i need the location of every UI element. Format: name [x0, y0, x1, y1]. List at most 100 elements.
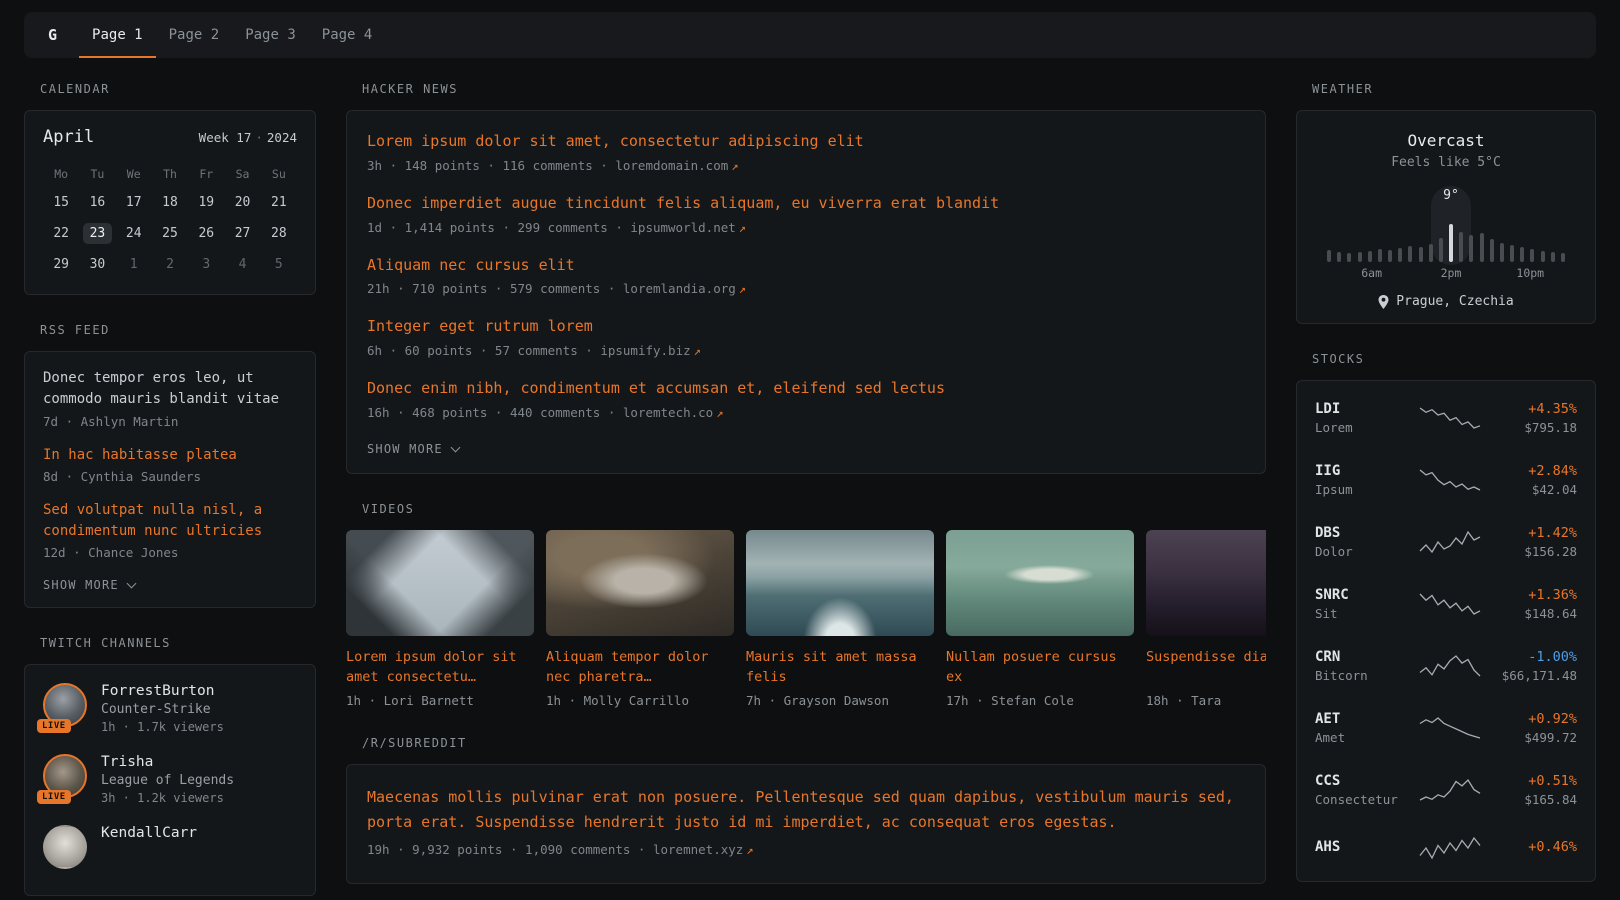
twitch-channel-row[interactable]: LIVE KendallCarr — [43, 825, 297, 869]
weather-condition: Overcast — [1313, 131, 1579, 150]
location-pin-icon — [1378, 295, 1389, 309]
calendar-day-cell: 18 — [152, 187, 188, 218]
subreddit-card: Maecenas mollis pulvinar erat non posuer… — [346, 764, 1266, 884]
video-title[interactable]: Lorem ipsum dolor sit amet consectetu… — [346, 647, 534, 688]
hackernews-item: Donec imperdiet augue tincidunt felis al… — [367, 193, 1245, 235]
external-link-icon[interactable]: ↗ — [731, 159, 738, 173]
nav-tab[interactable]: Page 4 — [309, 12, 386, 58]
hackernews-item-title[interactable]: Aliquam nec cursus elit — [367, 255, 1245, 277]
subreddit-post-domain-link[interactable]: loremnet.xyz — [653, 842, 743, 857]
videos-widget: VIDEOS Lorem ipsum dolor sit amet consec… — [346, 502, 1266, 709]
stock-row[interactable]: AHS +0.46% — [1315, 821, 1577, 875]
video-card[interactable]: Lorem ipsum dolor sit amet consectetu… 1… — [346, 530, 534, 709]
hackernews-item-domain-link[interactable]: loremdomain.com — [615, 158, 728, 173]
video-title[interactable]: Nullam posuere cursus ex — [946, 647, 1134, 688]
stock-sparkline-wrap — [1411, 653, 1489, 679]
stock-symbol[interactable]: AET — [1315, 711, 1411, 727]
video-card[interactable]: Mauris sit amet massa felis 7h · Grayson… — [746, 530, 934, 709]
rss-item-title[interactable]: In hac habitasse platea — [43, 445, 297, 466]
stock-values: +4.35% $795.18 — [1489, 401, 1577, 435]
twitch-channel-name[interactable]: ForrestBurton — [101, 683, 224, 699]
twitch-channel-row[interactable]: LIVE ForrestBurton Counter-Strike 1h · 1… — [43, 683, 297, 734]
stock-row[interactable]: AET Amet +0.92% $499.72 — [1315, 697, 1577, 759]
hackernews-item-title[interactable]: Integer eget rutrum lorem — [367, 316, 1245, 338]
stock-row[interactable]: SNRC Sit +1.36% $148.64 — [1315, 573, 1577, 635]
subreddit-post-title[interactable]: Maecenas mollis pulvinar erat non posuer… — [367, 785, 1245, 835]
rss-item-title[interactable]: Donec tempor eros leo, ut commodo mauris… — [43, 368, 297, 411]
app-logo[interactable]: G — [48, 26, 57, 44]
stock-symbol[interactable]: IIG — [1315, 463, 1411, 479]
weather-bar — [1398, 248, 1402, 262]
external-link-icon[interactable]: ↗ — [739, 282, 746, 296]
stock-change-percent: -1.00% — [1489, 649, 1577, 665]
nav-tab[interactable]: Page 2 — [156, 12, 233, 58]
stock-change-percent: +1.42% — [1489, 525, 1577, 541]
stocks-widget: STOCKS LDI Lorem + — [1296, 352, 1596, 882]
weather-bar — [1551, 252, 1555, 262]
calendar-day-number: 1 — [123, 254, 145, 275]
sparkline-chart — [1418, 653, 1482, 679]
stock-symbol[interactable]: DBS — [1315, 525, 1411, 541]
nav-tab[interactable]: Page 1 — [79, 12, 156, 58]
stock-symbol[interactable]: LDI — [1315, 401, 1411, 417]
rss-show-more-button[interactable]: SHOW MORE — [43, 578, 135, 592]
external-link-icon[interactable]: ↗ — [739, 221, 746, 235]
stock-row[interactable]: IIG Ipsum +2.84% $42.04 — [1315, 449, 1577, 511]
hackernews-item-title[interactable]: Lorem ipsum dolor sit amet, consectetur … — [367, 131, 1245, 153]
stock-values: +1.42% $156.28 — [1489, 525, 1577, 559]
external-link-icon[interactable]: ↗ — [746, 843, 753, 857]
video-thumbnail[interactable] — [546, 530, 734, 636]
weather-location-label: Prague, Czechia — [1396, 294, 1513, 309]
video-card[interactable]: Aliquam tempor dolor nec pharetra… 1h · … — [546, 530, 734, 709]
videos-widget-title: VIDEOS — [362, 502, 1266, 516]
twitch-channel-meta: 3h · 1.2k viewers — [101, 791, 234, 805]
rss-card: Donec tempor eros leo, ut commodo mauris… — [24, 351, 316, 608]
video-card[interactable]: Nullam posuere cursus ex 17h · Stefan Co… — [946, 530, 1134, 709]
hackernews-item-title[interactable]: Donec imperdiet augue tincidunt felis al… — [367, 193, 1245, 215]
stock-symbol[interactable]: CRN — [1315, 649, 1411, 665]
hackernews-item-domain-link[interactable]: loremlandia.org — [623, 281, 736, 296]
stock-symbol[interactable]: SNRC — [1315, 587, 1411, 603]
chevron-down-icon — [126, 579, 136, 589]
video-thumbnail[interactable] — [746, 530, 934, 636]
video-title[interactable]: Aliquam tempor dolor nec pharetra… — [546, 647, 734, 688]
hackernews-item-meta: 6h · 60 points · 57 comments · ipsumify.… — [367, 343, 1245, 358]
calendar-day-number: 20 — [228, 192, 258, 213]
twitch-channel-game: League of Legends — [101, 773, 234, 788]
weather-bar — [1530, 249, 1534, 262]
twitch-channel-row[interactable]: LIVE Trisha League of Legends 3h · 1.2k … — [43, 754, 297, 805]
external-link-icon[interactable]: ↗ — [716, 406, 723, 420]
hackernews-list: Lorem ipsum dolor sit amet, consectetur … — [367, 131, 1245, 420]
video-card[interactable]: Suspendisse diam 18h · Tara — [1146, 530, 1266, 709]
hackernews-item-domain-link[interactable]: loremtech.co — [623, 405, 713, 420]
stock-row[interactable]: LDI Lorem +4.35% $795.18 — [1315, 387, 1577, 449]
weather-card: Overcast Feels like 5°C 9° 6am2pm10pm Pr… — [1296, 110, 1596, 324]
hackernews-item-domain-link[interactable]: ipsumworld.net — [630, 220, 735, 235]
video-thumbnail[interactable] — [346, 530, 534, 636]
hackernews-item-domain-link[interactable]: ipsumify.biz — [600, 343, 690, 358]
stock-row[interactable]: DBS Dolor +1.42% $156.28 — [1315, 511, 1577, 573]
calendar-day-number: 18 — [155, 192, 185, 213]
stock-symbol[interactable]: CCS — [1315, 773, 1411, 789]
external-link-icon[interactable]: ↗ — [694, 344, 701, 358]
hackernews-show-more-button[interactable]: SHOW MORE — [367, 442, 459, 456]
stock-identity: SNRC Sit — [1315, 587, 1411, 621]
calendar-week-year: Week 17·2024 — [199, 130, 297, 145]
rss-item[interactable]: In hac habitasse platea 8d · Cynthia Sau… — [43, 445, 297, 484]
stock-row[interactable]: CCS Consectetur +0.51% $165.84 — [1315, 759, 1577, 821]
video-title[interactable]: Suspendisse diam — [1146, 647, 1266, 687]
stock-row[interactable]: CRN Bitcorn -1.00% $66,171.48 — [1315, 635, 1577, 697]
video-thumbnail[interactable] — [1146, 530, 1266, 636]
stock-price: $795.18 — [1489, 420, 1577, 435]
video-title[interactable]: Mauris sit amet massa felis — [746, 647, 934, 688]
hackernews-item-title[interactable]: Donec enim nibh, condimentum et accumsan… — [367, 378, 1245, 400]
stock-price: $165.84 — [1489, 792, 1577, 807]
twitch-channel-name[interactable]: Trisha — [101, 754, 234, 770]
stock-symbol[interactable]: AHS — [1315, 839, 1411, 855]
rss-item[interactable]: Donec tempor eros leo, ut commodo mauris… — [43, 368, 297, 429]
rss-item[interactable]: Sed volutpat nulla nisl, a condimentum n… — [43, 500, 297, 561]
twitch-channel-name[interactable]: KendallCarr — [101, 825, 197, 841]
rss-item-title[interactable]: Sed volutpat nulla nisl, a condimentum n… — [43, 500, 297, 543]
nav-tab[interactable]: Page 3 — [232, 12, 309, 58]
video-thumbnail[interactable] — [946, 530, 1134, 636]
